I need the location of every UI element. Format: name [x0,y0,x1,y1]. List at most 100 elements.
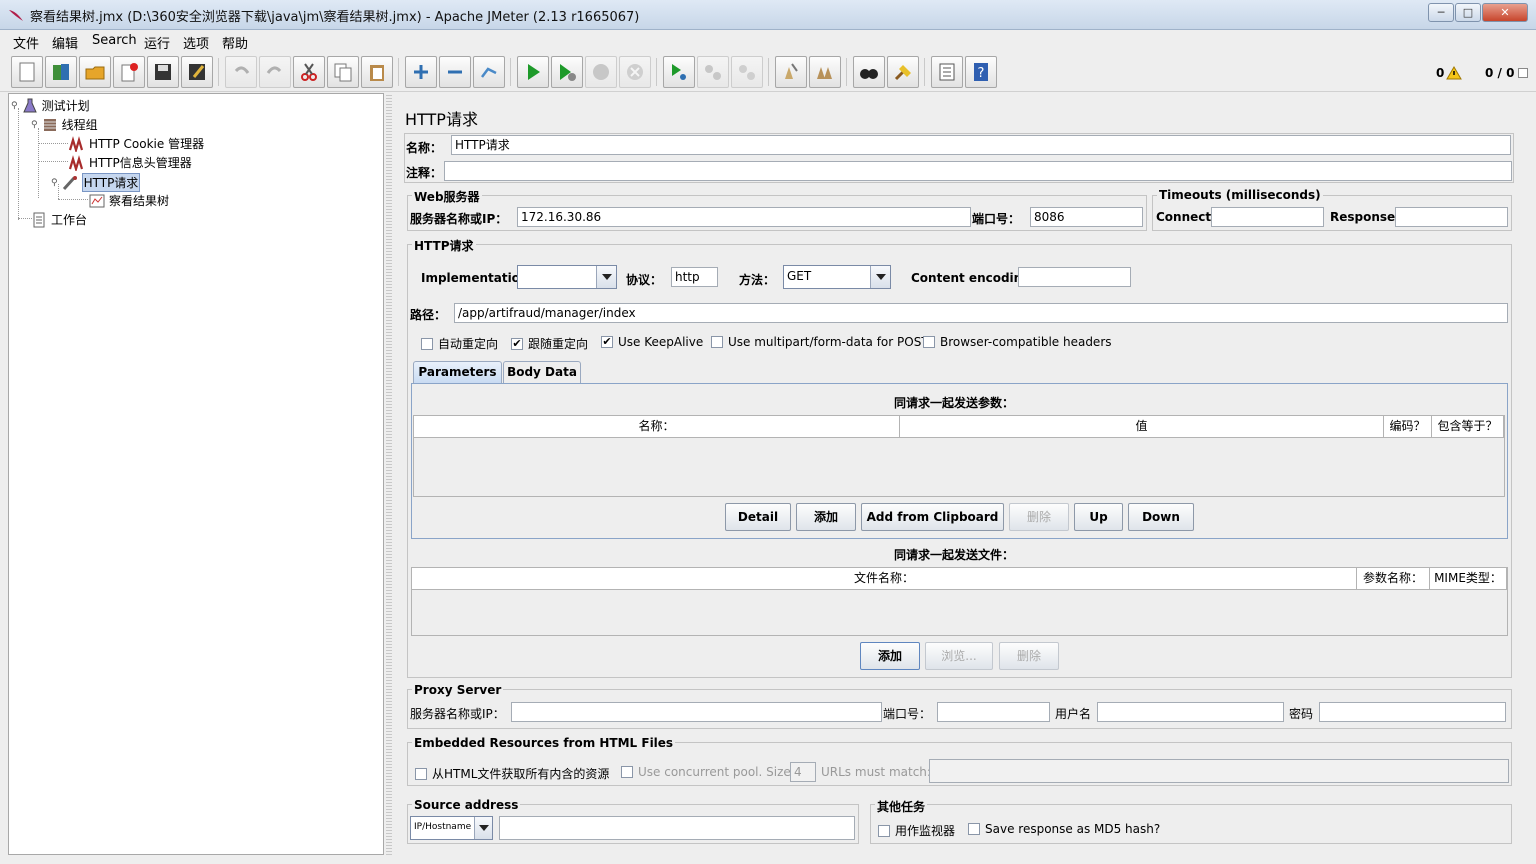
tree-expand-handle-icon[interactable]: ⚲ [11,101,18,111]
column-header-include-equals[interactable]: 包含等于？ [1432,416,1504,438]
up-button[interactable]: Up [1074,503,1123,531]
checkbox-box[interactable] [711,336,723,348]
urls-must-match-input[interactable] [929,759,1509,783]
stop-button[interactable] [585,56,617,88]
warning-icon[interactable] [1446,66,1462,80]
port-input[interactable]: 8086 [1030,207,1143,227]
tree-item-workbench[interactable]: 工作台 [31,211,87,228]
tab-parameters[interactable]: Parameters [413,361,502,383]
tree-expand-handle-icon[interactable]: ⚲ [51,178,58,188]
menu-edit[interactable]: 编辑 [52,33,78,52]
proxy-password-input[interactable] [1319,702,1506,722]
menu-file[interactable]: 文件 [13,33,39,52]
checkbox-box[interactable] [415,767,427,780]
checkmark-icon[interactable]: ✔ [601,336,613,348]
start-button[interactable] [517,56,549,88]
checkbox-box[interactable] [878,824,890,837]
undo-button[interactable] [225,56,257,88]
checkbox-box[interactable] [968,823,980,835]
expand-all-button[interactable] [405,56,437,88]
reset-search-button[interactable] [887,56,919,88]
templates-button[interactable] [45,56,77,88]
column-header-name[interactable]: 名称： [414,416,900,438]
close-window-button[interactable]: ✕ [1482,3,1528,22]
checkmark-icon[interactable]: ✔ [511,337,523,350]
source-address-input[interactable] [499,816,855,840]
tree-item-cookie-manager[interactable]: HTTP Cookie 管理器 [69,135,204,152]
auto-redirect-checkbox[interactable]: 自动重定向 [421,335,498,352]
keepalive-checkbox[interactable]: ✔ Use KeepAlive [601,335,703,349]
add-from-clipboard-button[interactable]: Add from Clipboard [861,503,1004,531]
detail-button[interactable]: Detail [725,503,791,531]
column-header-file-name[interactable]: 文件名称： [412,568,1357,590]
column-header-mime-type[interactable]: MIME类型： [1430,568,1507,590]
chevron-down-icon[interactable] [596,266,616,288]
pane-splitter[interactable] [386,93,392,855]
concurrent-pool-checkbox[interactable]: Use concurrent pool. Size: [621,765,795,779]
tree-item-view-results-tree[interactable]: 察看结果树 [89,192,169,209]
add-parameter-button[interactable]: 添加 [796,503,856,531]
search-button[interactable] [853,56,885,88]
checkbox-box[interactable] [621,766,633,778]
minimize-button[interactable]: ─ [1428,3,1454,22]
title-bar[interactable]: 察看结果树.jmx (D:\360安全浏览器下载\java\jm\察看结果树.j… [0,0,1536,30]
new-button[interactable] [11,56,43,88]
content-encoding-input[interactable] [1018,267,1131,287]
checkbox-box[interactable] [923,336,935,348]
column-header-param-name[interactable]: 参数名称： [1357,568,1430,590]
parameters-table[interactable]: 名称： 值 编码？ 包含等于？ [413,415,1505,497]
open-button[interactable] [79,56,111,88]
tree-item-thread-group[interactable]: ⚲ 线程组 [31,116,98,133]
remote-start-button[interactable] [663,56,695,88]
collapse-all-button[interactable] [439,56,471,88]
source-type-select[interactable]: IP/Hostname [410,816,493,840]
response-timeout-input[interactable] [1395,207,1508,227]
protocol-input[interactable]: http [671,267,718,287]
chevron-down-icon[interactable] [870,266,890,288]
multipart-checkbox[interactable]: Use multipart/form-data for POST [711,335,929,349]
help-button[interactable]: ? [965,56,997,88]
implementation-select[interactable] [517,265,617,289]
browser-headers-checkbox[interactable]: Browser-compatible headers [923,335,1112,349]
save-as-button[interactable] [181,56,213,88]
menu-options[interactable]: 选项 [183,33,209,52]
function-helper-button[interactable] [931,56,963,88]
column-header-encode[interactable]: 编码？ [1384,416,1432,438]
tree-item-http-request[interactable]: ⚲ HTTP请求 [51,173,141,192]
tree-expand-handle-icon[interactable]: ⚲ [31,120,38,130]
close-file-button[interactable] [113,56,145,88]
redo-button[interactable] [259,56,291,88]
name-input[interactable]: HTTP请求 [451,135,1511,155]
down-button[interactable]: Down [1128,503,1194,531]
remote-stop-button[interactable] [697,56,729,88]
chevron-down-icon[interactable] [474,817,492,839]
menu-help[interactable]: 帮助 [222,33,248,52]
column-header-value[interactable]: 值 [900,416,1384,438]
shutdown-button[interactable] [619,56,651,88]
delete-parameter-button[interactable]: 删除 [1009,503,1069,531]
proxy-port-input[interactable] [937,702,1050,722]
cut-button[interactable] [293,56,325,88]
remote-shutdown-button[interactable] [731,56,763,88]
clear-button[interactable] [775,56,807,88]
proxy-username-input[interactable] [1097,702,1284,722]
menu-search[interactable]: Search [92,33,137,48]
path-input[interactable]: /app/artifraud/manager/index [454,303,1508,323]
delete-file-button[interactable]: 删除 [999,642,1059,670]
server-name-input[interactable]: 172.16.30.86 [517,207,971,227]
md5-hash-checkbox[interactable]: Save response as MD5 hash? [968,822,1160,836]
comment-input[interactable] [444,161,1512,181]
clear-all-button[interactable] [809,56,841,88]
connect-timeout-input[interactable] [1211,207,1324,227]
add-file-button[interactable]: 添加 [860,642,920,670]
start-no-pauses-button[interactable] [551,56,583,88]
browse-button[interactable]: 浏览... [925,642,993,670]
tree-item-test-plan[interactable]: ⚲ 测试计划 [11,97,90,114]
tab-body-data[interactable]: Body Data [503,361,581,383]
use-as-monitor-checkbox[interactable]: 用作监视器 [878,822,955,839]
files-table[interactable]: 文件名称： 参数名称： MIME类型： [411,567,1508,636]
test-plan-tree[interactable]: ⚲ 测试计划 ⚲ 线程组 HTTP Cookie 管理器 HTTP信息头管理器 … [8,93,384,855]
pool-size-input[interactable]: 4 [790,762,816,782]
fetch-embedded-checkbox[interactable]: 从HTML文件获取所有内含的资源 [415,765,609,782]
menu-run[interactable]: 运行 [144,33,170,52]
